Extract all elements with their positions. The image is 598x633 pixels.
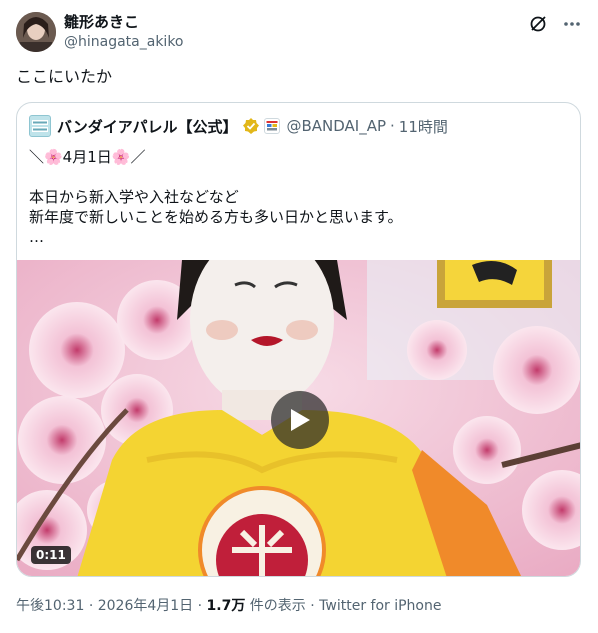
video-duration: 0:11 bbox=[31, 546, 71, 564]
more-icon[interactable] bbox=[562, 14, 582, 34]
handle[interactable]: @hinagata_akiko bbox=[64, 32, 184, 52]
verified-badge-icon bbox=[242, 117, 260, 135]
quote-time[interactable]: 11時間 bbox=[399, 116, 448, 137]
separator: · bbox=[197, 598, 203, 614]
display-name[interactable]: 雛形あきこ bbox=[64, 12, 184, 32]
avatar[interactable] bbox=[16, 12, 56, 52]
author-names: 雛形あきこ @hinagata_akiko bbox=[64, 12, 184, 52]
quote-line: ＼🌸4月1日🌸／ bbox=[29, 148, 146, 166]
tweet-time[interactable]: 午後10:31 bbox=[16, 598, 84, 614]
grok-icon[interactable] bbox=[528, 14, 548, 34]
affiliate-badge-icon[interactable] bbox=[264, 118, 281, 134]
quote-avatar[interactable] bbox=[29, 115, 51, 137]
tweet-text: ここにいたか bbox=[16, 67, 113, 86]
quote-display-name[interactable]: バンダイアパレル【公式】 bbox=[57, 116, 237, 137]
separator: · bbox=[310, 598, 315, 614]
quote-line: … bbox=[29, 228, 44, 246]
view-label: 件の表示 bbox=[249, 598, 306, 614]
quote-line bbox=[29, 167, 569, 187]
quoted-tweet[interactable]: バンダイアパレル【公式】 @BANDAI_AP · 11時間 ＼🌸4月1日🌸／ … bbox=[16, 102, 581, 577]
tweet-meta: 午後10:31 · 2026年4月1日 · 1.7万 件の表示 · Twitte… bbox=[16, 596, 442, 616]
quote-line: 本日から新入学や入社などなど bbox=[29, 188, 239, 206]
video-thumbnail[interactable]: 0:11 bbox=[17, 260, 580, 576]
quote-handle[interactable]: @BANDAI_AP bbox=[286, 117, 386, 135]
view-count: 1.7万 bbox=[206, 598, 246, 614]
quote-header: バンダイアパレル【公式】 @BANDAI_AP · 11時間 bbox=[29, 115, 448, 137]
separator: · bbox=[88, 598, 94, 614]
tweet-header: 雛形あきこ @hinagata_akiko bbox=[16, 12, 582, 56]
tweet-source[interactable]: Twitter for iPhone bbox=[319, 598, 441, 614]
tweet-date[interactable]: 2026年4月1日 bbox=[98, 598, 193, 614]
play-button[interactable] bbox=[271, 391, 329, 449]
separator: · bbox=[390, 117, 395, 135]
quote-text: ＼🌸4月1日🌸／ 本日から新入学や入社などなど 新年度で新しいことを始める方も多… bbox=[29, 147, 569, 247]
quote-line: 新年度で新しいことを始める方も多い日かと思います。 bbox=[29, 208, 403, 226]
play-icon bbox=[291, 409, 310, 431]
